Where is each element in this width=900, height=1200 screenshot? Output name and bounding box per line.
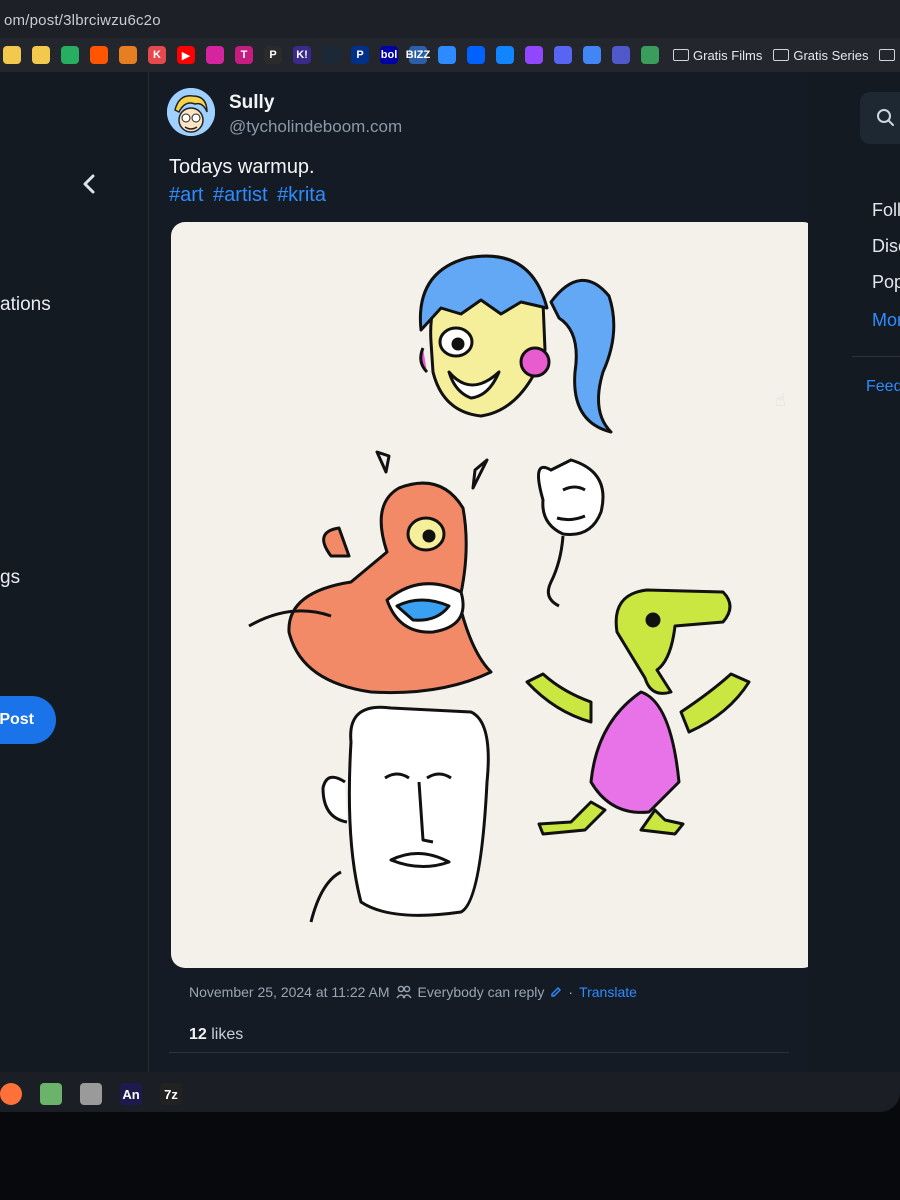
bluesky-icon[interactable]	[496, 46, 514, 64]
nav-item-settings[interactable]: gs	[0, 567, 20, 589]
discord-icon[interactable]	[554, 46, 572, 64]
steam-icon[interactable]	[322, 46, 340, 64]
right-nav-more[interactable]: More	[872, 310, 900, 331]
hashtag-link[interactable]: #art	[169, 184, 203, 206]
author-display-name[interactable]: Sully	[229, 92, 274, 114]
bol-icon[interactable]: bol	[380, 46, 398, 64]
divider	[169, 1052, 789, 1053]
globe-icon[interactable]	[641, 46, 659, 64]
dot-separator: ·	[568, 984, 574, 1000]
reply-setting[interactable]: Everybody can reply	[418, 984, 545, 1000]
left-sidebar: ations gs Post	[0, 72, 148, 1072]
folder-icon	[879, 49, 896, 61]
paypal-icon[interactable]: P	[351, 46, 369, 64]
circle-icon[interactable]	[438, 46, 456, 64]
folder-icon	[673, 49, 689, 61]
youtube-icon[interactable]: ▶	[177, 46, 195, 64]
warmup-drawings-illustration	[248, 254, 751, 923]
edit-icon[interactable]	[550, 986, 562, 998]
right-nav-discover[interactable]: Disc	[872, 236, 900, 257]
monitor-screen: om/post/3lbrciwzu6c2o K ▶ T P K! Pbol BIZZ Grat…	[0, 0, 900, 1112]
likes-label: likes	[211, 1026, 244, 1043]
dropbox-icon[interactable]	[467, 46, 485, 64]
post-timestamp: November 25, 2024 at 11:22 AM	[189, 984, 390, 1000]
patreon-icon[interactable]: P	[264, 46, 282, 64]
firefox-icon[interactable]	[0, 1083, 22, 1105]
address-bar[interactable]: om/post/3lbrciwzu6c2o	[0, 0, 900, 38]
bookmark-folder[interactable]: Gratis Series	[773, 48, 868, 63]
people-icon	[395, 985, 412, 999]
app-icon[interactable]	[119, 46, 137, 64]
post-image[interactable]	[171, 222, 817, 968]
t-icon[interactable]: T	[235, 46, 253, 64]
avatar-image	[167, 88, 215, 136]
folder-icon	[773, 49, 790, 61]
url-text[interactable]: om/post/3lbrciwzu6c2o	[4, 12, 161, 29]
nav-item-notifications[interactable]: ations	[0, 294, 51, 316]
docs-icon[interactable]	[583, 46, 601, 64]
bookmarks-bar: K▶TPK!PbolBIZZGratis FilmsGratis SeriesR…	[0, 38, 900, 72]
hashtag-link[interactable]: #krita	[277, 184, 326, 206]
7zip-icon[interactable]: 7z	[160, 1083, 182, 1105]
folder-yellow-icon[interactable]	[32, 46, 50, 64]
taskbar: An 7z	[0, 1072, 900, 1112]
post-metadata: November 25, 2024 at 11:22 AM Everybody …	[189, 984, 637, 1000]
instagram-icon[interactable]	[206, 46, 224, 64]
right-nav-following[interactable]: Foll	[872, 200, 900, 221]
likes-number: 12	[189, 1026, 207, 1043]
right-nav-feeds[interactable]: Feed	[866, 378, 900, 396]
bookmark-folder-label: Gratis Films	[693, 47, 763, 63]
post-text: Todays warmup.	[169, 156, 315, 178]
mouse-cursor-icon: ☝	[775, 390, 786, 410]
k-icon[interactable]: K	[148, 46, 166, 64]
twitch-icon[interactable]	[525, 46, 543, 64]
k-bang-icon[interactable]: K!	[293, 46, 311, 64]
translate-link[interactable]: Translate	[579, 984, 637, 1000]
back-button[interactable]	[78, 172, 102, 196]
bookmark-icon[interactable]	[61, 46, 79, 64]
bookmark-folder[interactable]: Gratis Films	[673, 48, 762, 63]
bizz-icon[interactable]: BIZZ	[406, 46, 430, 64]
animate-icon[interactable]: An	[120, 1083, 142, 1105]
right-sidebar: Foll Disc Pop More Feed	[808, 72, 900, 1072]
post-thread: Sully @tycholindeboom.com Todays warmup.…	[148, 72, 817, 1072]
search-icon	[877, 109, 894, 126]
new-post-button[interactable]: Post	[0, 696, 56, 744]
author-handle[interactable]: @tycholindeboom.com	[229, 117, 402, 137]
cube-app-icon[interactable]	[40, 1083, 62, 1105]
bookmark-folder-label: Gratis Series	[793, 47, 869, 63]
likes-count[interactable]: 12 likes	[189, 1026, 243, 1044]
avatar[interactable]	[167, 88, 215, 136]
right-nav-popular[interactable]: Pop	[872, 272, 900, 293]
folder-yellow-icon[interactable]	[3, 46, 21, 64]
teams-icon[interactable]	[612, 46, 630, 64]
divider	[852, 356, 900, 357]
window-app-icon[interactable]	[80, 1083, 102, 1105]
bookmark-folder[interactable]: Ra	[879, 48, 900, 63]
chevron-left-icon	[83, 174, 95, 194]
hashtag-link[interactable]: #artist	[213, 184, 267, 206]
search-box[interactable]	[860, 92, 900, 144]
soundcloud-icon[interactable]	[90, 46, 108, 64]
hashtag-list: #art #artist #krita	[169, 184, 330, 207]
